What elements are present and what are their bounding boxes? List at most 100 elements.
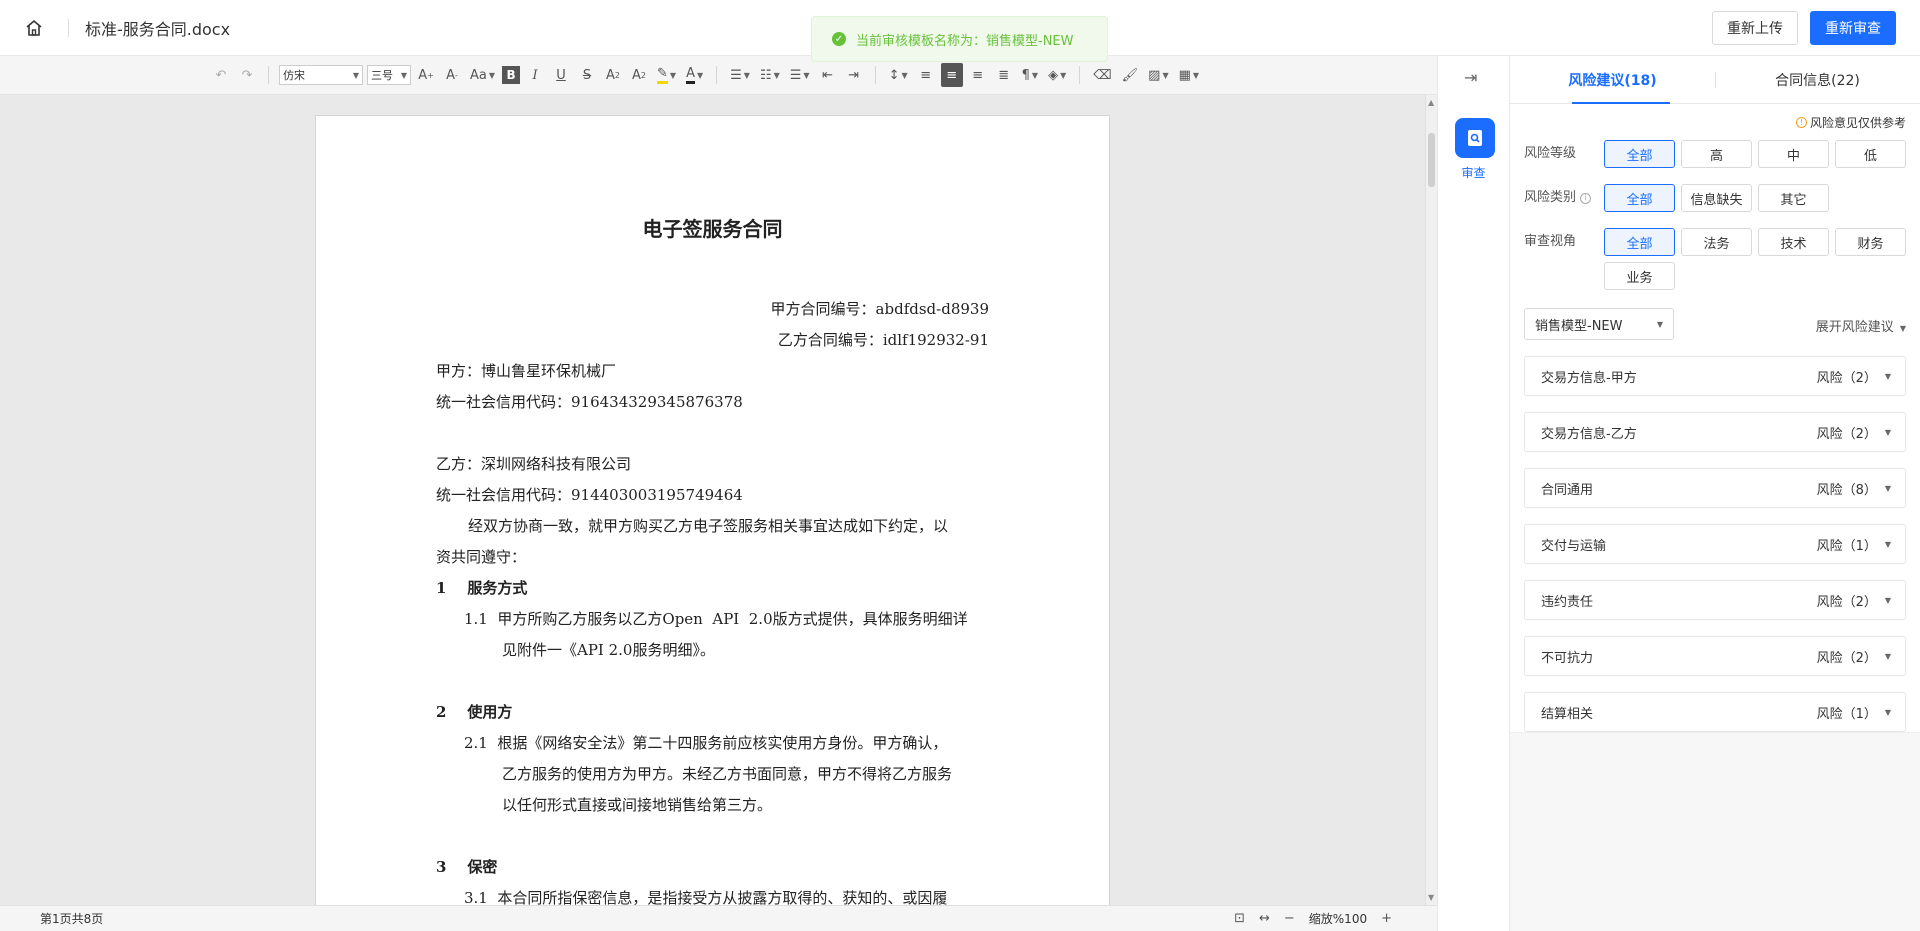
page-indicator: 第1页共8页 (40, 912, 104, 926)
risk-group-settlement[interactable]: 结算相关 风险（1） ▼ (1524, 692, 1906, 732)
chip-high[interactable]: 高 (1681, 140, 1752, 168)
doc-line: 乙方：深圳网络科技有限公司 (436, 455, 632, 473)
editor-toolbar: ↶ ↷ 仿宋 ▼ 三号 ▼ A + A- Aa ▼ B I U S A2 A2 ✎ ▼ A… (0, 56, 1437, 95)
multilevel-list-icon[interactable]: ☰ ▼ (787, 63, 813, 87)
expand-risk-suggestions[interactable]: 展开风险建议 ▼ (1816, 316, 1906, 335)
doc-line: 3.1 本合同所指保密信息，是指接受方从披露方取得的、获知的、或因履 (464, 889, 948, 905)
font-size-select[interactable]: 三号 ▼ (367, 65, 411, 85)
fit-page-icon[interactable]: ⊡ (1234, 911, 1245, 926)
risk-group-name: 交付与运输 (1541, 538, 1607, 554)
doc-line: 2.1 根据《网络安全法》第二十四服务前应核实使用方身份。甲方确认， (464, 734, 948, 752)
insert-image-icon[interactable]: ▨ ▼ (1145, 63, 1171, 87)
doc-line: 乙方合同编号：idlf192932-91 (777, 331, 989, 349)
reupload-button[interactable]: 重新上传 (1712, 11, 1798, 45)
superscript-icon[interactable]: A2 (602, 63, 624, 87)
chip-other[interactable]: 其它 (1758, 184, 1829, 212)
align-left-icon[interactable]: ≡ (915, 63, 937, 87)
undo-icon[interactable]: ↶ (210, 63, 232, 87)
align-justify-icon[interactable]: ≣ (993, 63, 1015, 87)
align-right-icon[interactable]: ≡ (967, 63, 989, 87)
chip-all[interactable]: 全部 (1604, 228, 1675, 256)
chip-medium[interactable]: 中 (1758, 140, 1829, 168)
zoom-out-icon[interactable]: − (1284, 911, 1295, 926)
tab-contract-info[interactable]: 合同信息(22) (1715, 56, 1920, 103)
doc-line: 1.1 甲方所购乙方服务以乙方Open API 2.0版方式提供，具体服务明细详 (464, 610, 968, 628)
risk-count: 风险（2） (1816, 594, 1877, 610)
fit-width-icon[interactable]: ↔ (1259, 911, 1270, 926)
chip-missing-info[interactable]: 信息缺失 (1681, 184, 1752, 212)
tab-risk-suggestions[interactable]: 风险建议(18) (1510, 56, 1715, 104)
risk-group-general[interactable]: 合同通用 风险（8） ▼ (1524, 468, 1906, 508)
zoom-in-icon[interactable]: + (1381, 911, 1392, 926)
risk-group-name: 不可抗力 (1541, 650, 1594, 666)
chip-low[interactable]: 低 (1835, 140, 1906, 168)
decrease-indent-icon[interactable]: ⇤ (817, 63, 839, 87)
doc-line: 经双方协商一致，就甲方购买乙方电子签服务相关事宜达成如下约定，以 (468, 517, 949, 535)
document-page[interactable]: 电子签服务合同 甲方合同编号：abdfdsd-d8939 乙方合同编号：idlf… (315, 115, 1110, 905)
info-icon[interactable]: i (1580, 192, 1592, 204)
chevron-down-icon: ▼ (352, 70, 359, 80)
risk-group-party-b[interactable]: 交易方信息-乙方 风险（2） ▼ (1524, 412, 1906, 452)
insert-table-icon[interactable]: ▦ ▼ (1176, 63, 1202, 87)
bullet-list-icon[interactable]: ☰ ▼ (727, 63, 753, 87)
filter-label: 审查视角 (1524, 234, 1577, 249)
font-decrease-icon[interactable]: A- (441, 63, 463, 87)
scroll-down-icon[interactable]: ▼ (1428, 893, 1434, 902)
chevron-down-icon: ▼ (1884, 483, 1891, 493)
section-heading: 3 保密 (436, 858, 498, 876)
risk-group-party-a[interactable]: 交易方信息-甲方 风险（2） ▼ (1524, 356, 1906, 396)
recheck-button[interactable]: 重新审查 (1810, 11, 1896, 45)
underline-button[interactable]: U (550, 63, 572, 87)
numbered-list-icon[interactable]: ☷ ▼ (757, 63, 783, 87)
review-button[interactable] (1455, 118, 1495, 158)
zoom-level: 缩放%100 (1308, 912, 1368, 926)
risk-group-name: 交易方信息-甲方 (1541, 370, 1637, 386)
subscript-icon[interactable]: A2 (628, 63, 650, 87)
paragraph-mark-icon[interactable]: ¶ ▼ (1019, 63, 1041, 87)
side-rail: ⇥ 审查 (1437, 56, 1510, 931)
toast-text: 当前审核模板名称为：销售模型-NEW (856, 33, 1074, 49)
font-family-select[interactable]: 仿宋 ▼ (279, 65, 363, 85)
risk-group-force-majeure[interactable]: 不可抗力 风险（2） ▼ (1524, 636, 1906, 676)
font-color-icon[interactable]: A ▼ (683, 63, 706, 87)
align-center-icon[interactable]: ≡ (940, 63, 963, 87)
increase-indent-icon[interactable]: ⇥ (843, 63, 865, 87)
collapse-panel-icon[interactable]: ⇥ (1464, 68, 1477, 87)
risk-group-delivery[interactable]: 交付与运输 风险（1） ▼ (1524, 524, 1906, 564)
chip-technical[interactable]: 技术 (1758, 228, 1829, 256)
format-painter-icon[interactable]: 🖌 (1119, 63, 1142, 87)
risk-group-breach[interactable]: 违约责任 风险（2） ▼ (1524, 580, 1906, 620)
highlight-color-icon[interactable]: ✎ ▼ (654, 63, 679, 87)
chip-business[interactable]: 业务 (1604, 262, 1675, 290)
strikethrough-button[interactable]: S (576, 63, 598, 87)
risk-panel: 风险建议(18) 合同信息(22) ! 风险意见仅供参考 风险等级 全部 高 中… (1510, 56, 1920, 931)
font-size-value: 三号 (371, 69, 393, 82)
model-select[interactable]: 销售模型-NEW ▼ (1524, 308, 1674, 340)
section-heading: 1 服务方式 (436, 579, 528, 597)
document-canvas[interactable]: 电子签服务合同 甲方合同编号：abdfdsd-d8939 乙方合同编号：idlf… (0, 95, 1437, 905)
chip-all[interactable]: 全部 (1604, 184, 1675, 212)
risk-count: 风险（2） (1816, 370, 1877, 386)
doc-line: 见附件一《API 2.0服务明细》。 (502, 641, 715, 659)
scrollbar-thumb[interactable] (1428, 133, 1435, 187)
chevron-down-icon: ▼ (1656, 319, 1663, 329)
chip-finance[interactable]: 财务 (1835, 228, 1906, 256)
font-increase-icon[interactable]: A + (415, 63, 437, 87)
vertical-scrollbar[interactable]: ▲ ▼ (1425, 95, 1437, 905)
doc-line: 以任何形式直接或间接地销售给第三方。 (502, 796, 773, 814)
chip-all[interactable]: 全部 (1604, 140, 1675, 168)
chip-legal[interactable]: 法务 (1681, 228, 1752, 256)
change-case-button[interactable]: Aa ▼ (467, 63, 498, 87)
header-divider (68, 18, 69, 37)
fill-color-icon[interactable]: ◈ ▼ (1045, 63, 1069, 87)
bold-button[interactable]: B (502, 66, 521, 84)
document-search-icon (1468, 130, 1482, 146)
line-spacing-icon[interactable]: ↕ ▼ (886, 63, 911, 87)
eraser-icon[interactable]: ⌫ (1090, 63, 1114, 87)
font-family-value: 仿宋 (283, 69, 305, 82)
home-button[interactable] (20, 14, 48, 42)
redo-icon[interactable]: ↷ (236, 63, 258, 87)
italic-button[interactable]: I (524, 63, 546, 87)
filter-risk-category: 风险类别 i 全部 信息缺失 其它 (1524, 184, 1914, 212)
scroll-up-icon[interactable]: ▲ (1428, 98, 1434, 107)
